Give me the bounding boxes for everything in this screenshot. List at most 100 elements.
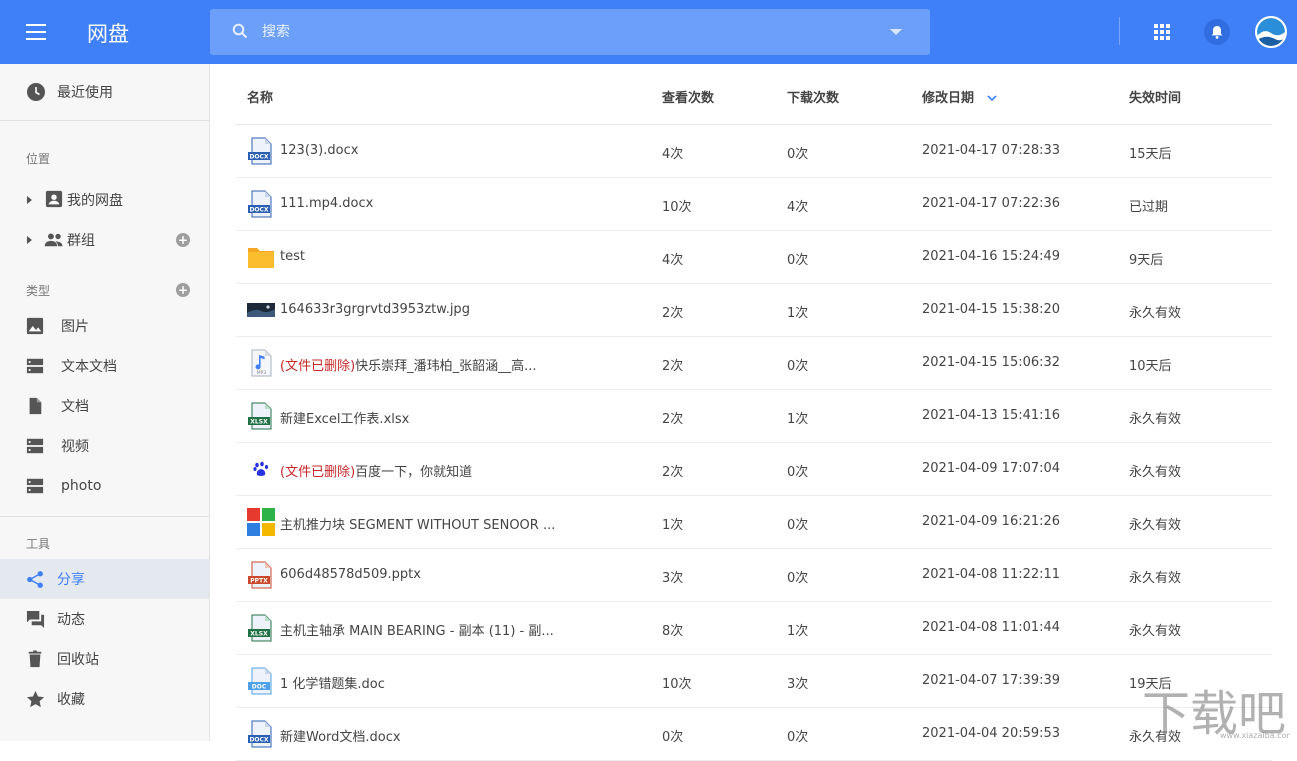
sidebar-item-recent[interactable]: 最近使用 bbox=[0, 72, 209, 112]
sidebar-item-text-docs[interactable]: 文本文档 bbox=[0, 346, 209, 386]
column-header-name[interactable]: 名称 bbox=[247, 87, 273, 106]
column-header-downloads[interactable]: 下载次数 bbox=[787, 87, 839, 106]
table-row[interactable]: XLSX 新建Excel工作表.xlsx 2次 1次 2021-04-13 15:41:… bbox=[236, 390, 1272, 443]
xlsx-file-icon: XLSX bbox=[247, 402, 275, 430]
svg-text:DOCX: DOCX bbox=[249, 737, 268, 744]
sidebar-item-share[interactable]: 分享 bbox=[0, 559, 209, 599]
file-name[interactable]: 主机推力块 SEGMENT WITHOUT SENOOR ... bbox=[280, 514, 555, 533]
file-name[interactable]: 123(3).docx bbox=[280, 143, 358, 158]
modified-date: 2021-04-15 15:06:32 bbox=[922, 355, 1061, 370]
file-name-text: 164633r3grgrvtd3953ztw.jpg bbox=[280, 302, 470, 317]
table-row[interactable]: (文件已删除)百度一下，你就知道 2次 0次 2021-04-09 17:07:04 永… bbox=[236, 443, 1272, 496]
file-name[interactable]: (文件已删除)百度一下，你就知道 bbox=[280, 461, 472, 480]
table-row[interactable]: DOCX 新建Word文档.docx 0次 0次 2021-04-04 20:59:53… bbox=[236, 708, 1272, 761]
file-name[interactable]: test bbox=[280, 249, 305, 264]
download-count: 4次 bbox=[787, 200, 809, 215]
modified-date: 2021-04-08 11:01:44 bbox=[922, 620, 1061, 635]
xlsx-file-icon: XLSX bbox=[247, 614, 275, 642]
bell-icon bbox=[1211, 26, 1223, 39]
table-row[interactable]: XLSX 主机主轴承 MAIN BEARING - 副本 (11) - 副... 8… bbox=[236, 602, 1272, 655]
file-name-text: 1 化学错题集.doc bbox=[280, 677, 385, 692]
add-type-button[interactable]: + bbox=[176, 283, 190, 297]
column-header-expires[interactable]: 失效时间 bbox=[1129, 87, 1181, 106]
modified-date: 2021-04-08 11:22:11 bbox=[922, 567, 1061, 582]
column-header-views[interactable]: 查看次数 bbox=[662, 87, 714, 106]
file-share-table: 名称 查看次数 下载次数 修改日期 失效时间 DOCX 123(3).docx 4次… bbox=[236, 64, 1272, 761]
sidebar-item-documents[interactable]: 文档 bbox=[0, 386, 209, 426]
add-group-button[interactable]: + bbox=[176, 233, 190, 247]
sidebar-item-trash[interactable]: 回收站 bbox=[0, 639, 209, 679]
sidebar-item-my-drive[interactable]: 我的网盘 bbox=[0, 180, 209, 220]
column-header-modified[interactable]: 修改日期 bbox=[922, 87, 997, 106]
table-row[interactable]: DOCX 111.mp4.docx 10次 4次 2021-04-17 07:22:36… bbox=[236, 178, 1272, 231]
expiry-time: 永久有效 bbox=[1129, 412, 1182, 427]
sidebar-item-videos[interactable]: 视频 bbox=[0, 426, 209, 466]
download-count: 0次 bbox=[787, 571, 809, 586]
expand-triangle-icon[interactable] bbox=[27, 196, 32, 204]
download-count: 3次 bbox=[787, 677, 809, 692]
search-bar[interactable] bbox=[210, 9, 930, 55]
search-input[interactable] bbox=[262, 20, 862, 44]
modified-date: 2021-04-15 15:38:20 bbox=[922, 302, 1061, 317]
file-name[interactable]: 新建Word文档.docx bbox=[280, 726, 401, 745]
file-name[interactable]: 1 化学错题集.doc bbox=[280, 673, 385, 692]
mp3-file-icon: MP3 bbox=[247, 349, 275, 377]
expand-triangle-icon[interactable] bbox=[27, 236, 32, 244]
table-row[interactable]: DOCX 123(3).docx 4次 0次 2021-04-17 07:28:33 15… bbox=[236, 125, 1272, 178]
sidebar-item-photo[interactable]: photo bbox=[0, 466, 209, 506]
sidebar-item-activity[interactable]: 动态 bbox=[0, 599, 209, 639]
file-name-text: 主机推力块 SEGMENT WITHOUT SENOOR ... bbox=[280, 518, 556, 533]
table-row[interactable]: 164633r3grgrvtd3953ztw.jpg 2次 1次 2021-04-15… bbox=[236, 284, 1272, 337]
modified-date: 2021-04-13 15:41:16 bbox=[922, 408, 1061, 423]
table-row[interactable]: DOC 1 化学错题集.doc 10次 3次 2021-04-07 17:39:39 19… bbox=[236, 655, 1272, 708]
star-icon bbox=[26, 690, 45, 708]
view-count: 0次 bbox=[662, 730, 684, 745]
file-name[interactable]: 164633r3grgrvtd3953ztw.jpg bbox=[280, 302, 470, 317]
image-icon bbox=[26, 317, 44, 335]
docx-file-icon: DOCX bbox=[247, 190, 275, 218]
sidebar-item-images[interactable]: 图片 bbox=[0, 306, 209, 346]
download-count: 0次 bbox=[787, 465, 809, 480]
file-name-text: 主机主轴承 MAIN BEARING - 副本 (11) - 副... bbox=[280, 624, 554, 639]
view-count: 1次 bbox=[662, 518, 684, 533]
view-count: 4次 bbox=[662, 147, 684, 162]
column-header-label: 修改日期 bbox=[922, 91, 975, 106]
modified-date: 2021-04-04 20:59:53 bbox=[922, 726, 1061, 741]
search-options-dropdown-icon[interactable] bbox=[890, 29, 902, 35]
account-box-icon bbox=[45, 190, 63, 208]
download-count: 1次 bbox=[787, 412, 809, 427]
file-name-text: test bbox=[280, 249, 305, 264]
download-count: 1次 bbox=[787, 624, 809, 639]
menu-icon[interactable] bbox=[26, 24, 46, 40]
notifications-button[interactable] bbox=[1204, 19, 1230, 45]
file-name-text: 快乐崇拜_潘玮柏_张韶涵__高... bbox=[355, 359, 537, 374]
table-row[interactable]: test 4次 0次 2021-04-16 15:24:49 9天后 bbox=[236, 231, 1272, 284]
sidebar-item-favorites[interactable]: 收藏 bbox=[0, 679, 209, 719]
download-count: 0次 bbox=[787, 518, 809, 533]
sidebar-item-label: photo bbox=[61, 478, 102, 494]
table-row[interactable]: 主机推力块 SEGMENT WITHOUT SENOOR ... 1次 0次 2021… bbox=[236, 496, 1272, 549]
file-name[interactable]: (文件已删除)快乐崇拜_潘玮柏_张韶涵__高... bbox=[280, 355, 537, 374]
modified-date: 2021-04-09 17:07:04 bbox=[922, 461, 1061, 476]
sidebar-item-label: 群组 bbox=[67, 233, 95, 249]
sort-descending-icon[interactable] bbox=[986, 94, 997, 102]
file-name-text: 新建Word文档.docx bbox=[280, 730, 401, 745]
sidebar-item-label: 我的网盘 bbox=[67, 193, 123, 209]
expiry-time: 永久有效 bbox=[1129, 518, 1182, 533]
file-name[interactable]: 新建Excel工作表.xlsx bbox=[280, 408, 409, 427]
top-app-bar: 网盘 bbox=[0, 0, 1297, 64]
modified-date: 2021-04-09 16:21:26 bbox=[922, 514, 1061, 529]
section-label-types: 类型 bbox=[26, 284, 51, 298]
sidebar-item-groups[interactable]: 群组 + bbox=[0, 220, 209, 260]
table-row[interactable]: MP3 (文件已删除)快乐崇拜_潘玮柏_张韶涵__高... 2次 0次 2021-04-… bbox=[236, 337, 1272, 390]
apps-grid-icon[interactable] bbox=[1154, 24, 1170, 40]
file-name-text: 111.mp4.docx bbox=[280, 196, 374, 211]
doc-file-icon: DOC bbox=[247, 667, 275, 695]
sidebar-item-label: 视频 bbox=[61, 439, 89, 455]
file-name[interactable]: 606d48578d509.pptx bbox=[280, 567, 421, 582]
avatar[interactable] bbox=[1255, 16, 1287, 48]
file-name[interactable]: 111.mp4.docx bbox=[280, 196, 373, 211]
file-name[interactable]: 主机主轴承 MAIN BEARING - 副本 (11) - 副... bbox=[280, 620, 554, 639]
expiry-time: 15天后 bbox=[1129, 147, 1172, 162]
table-row[interactable]: PPTX 606d48578d509.pptx 3次 0次 2021-04-08 11:… bbox=[236, 549, 1272, 602]
